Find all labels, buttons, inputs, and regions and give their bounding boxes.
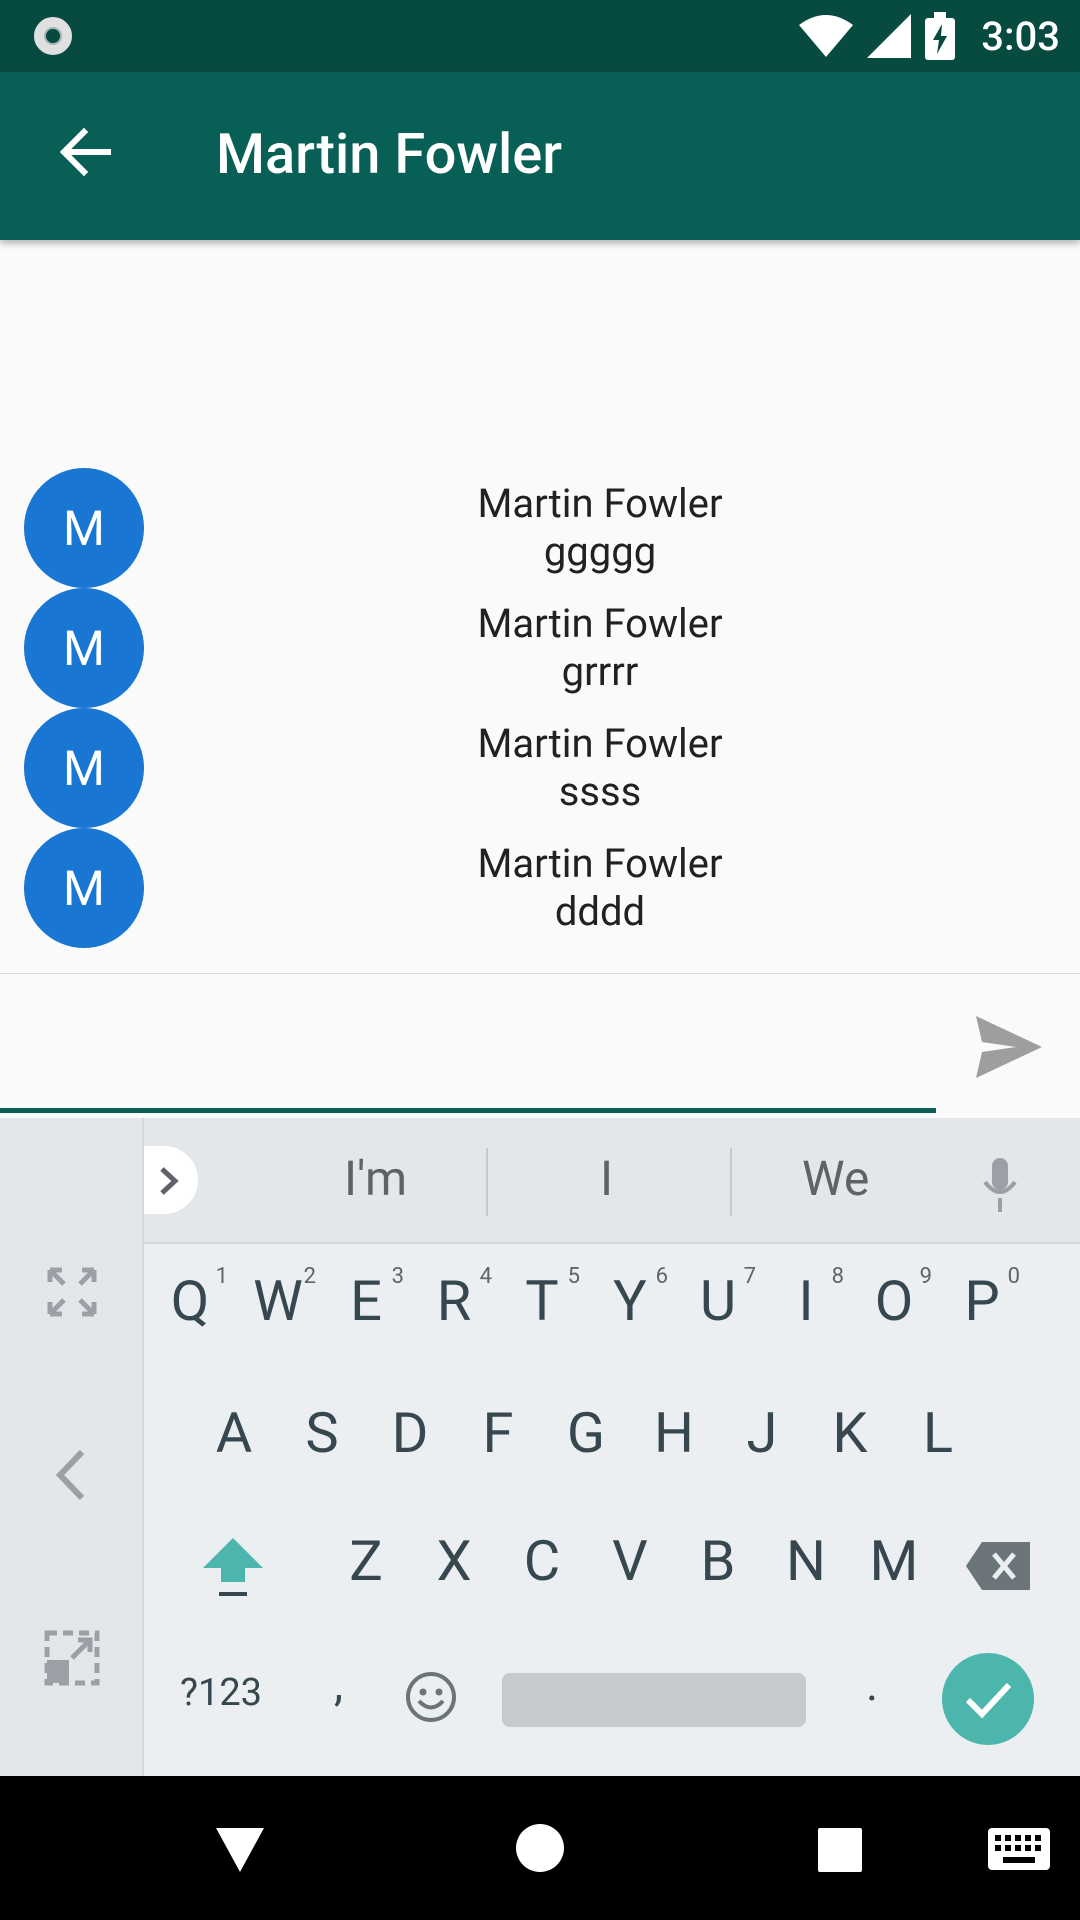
message-list: M Martin Fowler ggggg M Martin Fowler gr… bbox=[0, 468, 1080, 948]
key-v[interactable]: V bbox=[586, 1528, 674, 1604]
page-title: Martin Fowler bbox=[216, 121, 563, 187]
message-body: Martin Fowler ssss bbox=[350, 720, 850, 816]
key-w[interactable]: W2 bbox=[234, 1264, 322, 1334]
key-b[interactable]: B bbox=[674, 1528, 762, 1604]
suggestion-1[interactable]: I'm bbox=[344, 1150, 407, 1207]
key-d[interactable]: D bbox=[366, 1400, 454, 1466]
avatar[interactable]: M bbox=[24, 468, 144, 588]
nav-back-icon[interactable] bbox=[216, 1828, 264, 1872]
backspace-icon bbox=[966, 1542, 1030, 1590]
keyboard: I'm I We Q1 W2 E3 R4 T5 Y6 U7 I8 O9 P0 A… bbox=[0, 1118, 1080, 1776]
key-row-2: A S D F G H J K L bbox=[144, 1400, 1080, 1466]
done-button[interactable] bbox=[942, 1653, 1034, 1745]
shift-key[interactable] bbox=[144, 1528, 322, 1598]
composer-divider bbox=[0, 973, 1080, 974]
nav-home-icon[interactable] bbox=[516, 1824, 564, 1872]
message-input-underline bbox=[0, 1108, 936, 1113]
emoji-icon[interactable] bbox=[404, 1670, 458, 1724]
message-author: Martin Fowler bbox=[477, 600, 723, 647]
send-icon[interactable] bbox=[976, 1016, 1042, 1078]
comma-key[interactable]: , bbox=[334, 1658, 343, 1712]
notification-icon bbox=[34, 17, 72, 55]
message-item: M Martin Fowler ssss bbox=[0, 708, 1080, 828]
status-time: 3:03 bbox=[981, 12, 1060, 60]
check-icon bbox=[965, 1682, 1012, 1719]
key-row-3: Z X C V B N M bbox=[144, 1528, 1080, 1604]
suggestion-divider bbox=[486, 1148, 488, 1216]
navigation-bar bbox=[0, 1776, 1080, 1920]
key-r[interactable]: R4 bbox=[410, 1264, 498, 1334]
key-s[interactable]: S bbox=[278, 1400, 366, 1466]
key-q[interactable]: Q1 bbox=[146, 1264, 234, 1334]
back-arrow-icon[interactable] bbox=[56, 122, 116, 182]
key-y[interactable]: Y6 bbox=[586, 1264, 674, 1334]
message-text: ssss bbox=[558, 768, 642, 815]
message-author: Martin Fowler bbox=[477, 480, 723, 527]
status-icons: 3:03 bbox=[799, 12, 1060, 60]
app-bar: Martin Fowler bbox=[0, 72, 1080, 240]
key-n[interactable]: N bbox=[762, 1528, 850, 1604]
avatar[interactable]: M bbox=[24, 708, 144, 828]
key-u[interactable]: U7 bbox=[674, 1264, 762, 1334]
message-text: grrrr bbox=[561, 648, 639, 695]
suggestion-divider bbox=[730, 1148, 732, 1216]
wifi-icon bbox=[799, 15, 854, 57]
key-i[interactable]: I8 bbox=[762, 1264, 850, 1334]
message-body: Martin Fowler grrrr bbox=[350, 600, 850, 696]
keyboard-switch-icon[interactable] bbox=[988, 1828, 1050, 1870]
key-k[interactable]: K bbox=[806, 1400, 894, 1466]
chevron-left-icon[interactable] bbox=[52, 1448, 88, 1502]
message-body: Martin Fowler dddd bbox=[350, 840, 850, 936]
key-l[interactable]: L bbox=[894, 1400, 982, 1466]
chevron-right-icon bbox=[160, 1167, 179, 1195]
backspace-key[interactable] bbox=[938, 1528, 1058, 1604]
message-item: M Martin Fowler dddd bbox=[0, 828, 1080, 948]
period-key[interactable]: . bbox=[866, 1658, 878, 1712]
key-f[interactable]: F bbox=[454, 1400, 542, 1466]
key-t[interactable]: T5 bbox=[498, 1264, 586, 1334]
key-a[interactable]: A bbox=[190, 1400, 278, 1466]
suggestion-strip: I'm I We bbox=[144, 1118, 1080, 1244]
message-input[interactable] bbox=[20, 1030, 920, 1100]
suggestion-2[interactable]: I bbox=[600, 1150, 613, 1207]
key-j[interactable]: J bbox=[718, 1400, 806, 1466]
keyboard-side-panel bbox=[0, 1118, 144, 1776]
key-p[interactable]: P0 bbox=[938, 1264, 1026, 1334]
message-author: Martin Fowler bbox=[477, 840, 723, 887]
key-e[interactable]: E3 bbox=[322, 1264, 410, 1334]
key-g[interactable]: G bbox=[542, 1400, 630, 1466]
key-o[interactable]: O9 bbox=[850, 1264, 938, 1334]
message-text: dddd bbox=[554, 888, 646, 935]
message-author: Martin Fowler bbox=[477, 720, 723, 767]
message-body: Martin Fowler ggggg bbox=[350, 480, 850, 576]
cellular-icon bbox=[867, 14, 912, 58]
shift-icon bbox=[203, 1538, 263, 1596]
key-m[interactable]: M bbox=[850, 1528, 938, 1604]
avatar[interactable]: M bbox=[24, 828, 144, 948]
expand-icon[interactable] bbox=[46, 1266, 98, 1318]
message-item: M Martin Fowler grrrr bbox=[0, 588, 1080, 708]
avatar[interactable]: M bbox=[24, 588, 144, 708]
message-item: M Martin Fowler ggggg bbox=[0, 468, 1080, 588]
key-c[interactable]: C bbox=[498, 1528, 586, 1604]
nav-recents-icon[interactable] bbox=[818, 1828, 862, 1872]
suggestion-3[interactable]: We bbox=[802, 1150, 869, 1207]
status-bar: 3:03 bbox=[0, 0, 1080, 72]
space-key[interactable] bbox=[502, 1673, 806, 1727]
key-h[interactable]: H bbox=[630, 1400, 718, 1466]
suggestion-expand-button[interactable] bbox=[144, 1146, 198, 1214]
key-z[interactable]: Z bbox=[322, 1528, 410, 1604]
symbols-key[interactable]: ?123 bbox=[180, 1671, 262, 1715]
battery-icon bbox=[925, 12, 956, 60]
key-row-1: Q1 W2 E3 R4 T5 Y6 U7 I8 O9 P0 bbox=[144, 1264, 1080, 1334]
key-x[interactable]: X bbox=[410, 1528, 498, 1604]
microphone-icon[interactable] bbox=[982, 1158, 1018, 1212]
message-text: ggggg bbox=[543, 528, 657, 575]
resize-icon[interactable] bbox=[44, 1630, 100, 1686]
